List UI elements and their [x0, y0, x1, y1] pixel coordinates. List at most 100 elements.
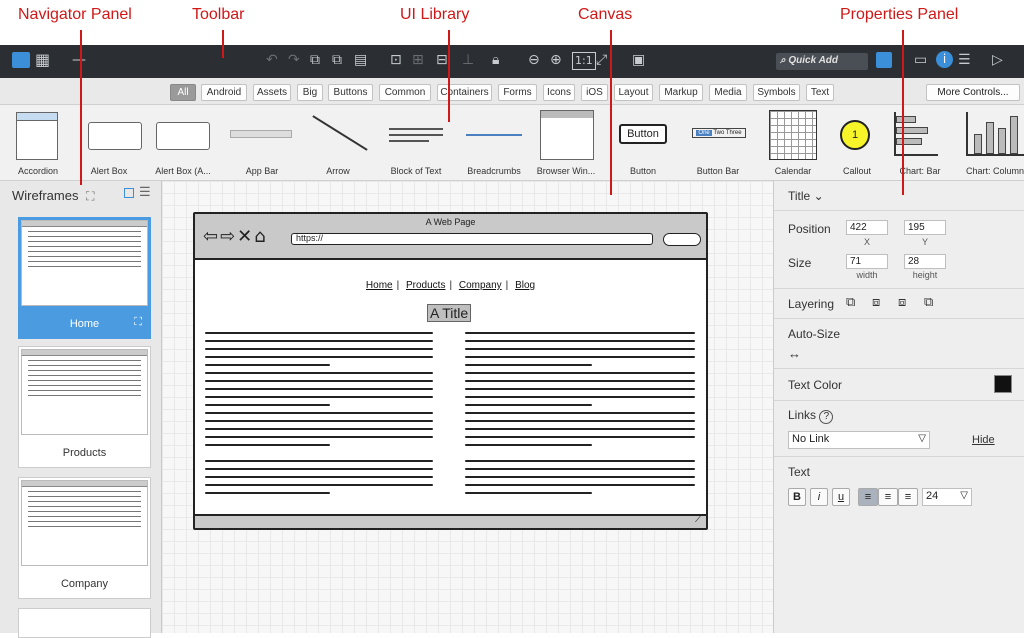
notes-icon[interactable]: ☰ [958, 52, 971, 68]
tab-media[interactable]: Media [709, 84, 747, 101]
send-backward-icon[interactable]: ⧈ [898, 294, 906, 310]
link-blog[interactable]: Blog [515, 280, 535, 291]
align-right-button[interactable]: ≡ [898, 488, 918, 506]
browser-search-field[interactable] [663, 233, 701, 246]
props-title[interactable]: Title ⌄ [788, 189, 824, 203]
link-company[interactable]: Company [459, 280, 502, 291]
selected-title[interactable]: A Title [427, 304, 472, 322]
library-thumbnail [383, 108, 449, 158]
library-item[interactable]: One Two Three Button Bar [690, 108, 746, 180]
props-divider [774, 210, 1024, 211]
single-view-icon[interactable] [12, 52, 30, 68]
library-item-label: Arrow [326, 166, 350, 176]
align-center-button[interactable]: ≡ [878, 488, 898, 506]
text-line [205, 332, 433, 334]
tab-all[interactable]: All [170, 84, 196, 101]
annotation-line-navigator [80, 30, 82, 185]
undo-icon[interactable]: ↶ [266, 52, 278, 68]
library-item[interactable]: Chart: Column [962, 108, 1024, 180]
browser-window-mockup[interactable]: A Web Page ⇦⇨✕⌂ https:// Home | Products |… [193, 212, 708, 530]
link-select[interactable]: No Link ▽ [788, 431, 930, 449]
library-item[interactable]: App Bar [228, 108, 296, 180]
hide-link[interactable]: Hide [972, 434, 995, 446]
italic-button[interactable]: i [810, 488, 828, 506]
tab-markup[interactable]: Markup [659, 84, 703, 101]
list-view-icon[interactable]: ☰ [139, 184, 151, 200]
tab-forms[interactable]: Forms [498, 84, 537, 101]
tab-big[interactable]: Big [297, 84, 323, 101]
link-home[interactable]: Home [366, 280, 393, 291]
redo-icon[interactable]: ↷ [288, 52, 300, 68]
lock-icon[interactable]: 🔒︎ [492, 52, 499, 68]
library-item[interactable]: Button Button [615, 108, 671, 180]
send-to-back-icon[interactable]: ⧉ [924, 294, 933, 310]
height-field[interactable]: 28 [904, 254, 946, 269]
underline-button[interactable]: u [832, 488, 850, 506]
browser-url-field[interactable]: https:// [291, 233, 653, 245]
library-thumbnail [300, 108, 376, 158]
paste-icon[interactable]: ▤ [354, 52, 367, 68]
library-item[interactable]: Chart: Bar [892, 108, 948, 180]
tab-text[interactable]: Text [806, 84, 834, 101]
ungroup-icon[interactable]: ⊞ [412, 52, 424, 68]
x-field[interactable]: 422 [846, 220, 888, 235]
text-color-swatch[interactable] [994, 375, 1012, 393]
align-left-button[interactable]: ≡ [858, 488, 878, 506]
bring-to-front-icon[interactable]: ⧉ [846, 294, 855, 310]
group-icon[interactable]: ⊡ [390, 52, 402, 68]
tab-assets[interactable]: Assets [253, 84, 291, 101]
align-icon[interactable]: ⊟ [436, 52, 448, 68]
tab-symbols[interactable]: Symbols [753, 84, 800, 101]
tab-android[interactable]: Android [201, 84, 247, 101]
font-size-select[interactable]: 24 ▽ [922, 488, 972, 506]
library-item[interactable]: Block of Text [383, 108, 449, 180]
tab-ios[interactable]: iOS [581, 84, 608, 101]
clipboard-icon[interactable]: ▣ [632, 52, 645, 68]
tab-buttons[interactable]: Buttons [328, 84, 373, 101]
library-item[interactable]: Breadcrumbs [462, 108, 526, 180]
sitemap-icon[interactable]: ⛶ [86, 189, 94, 203]
library-item[interactable]: Browser Win... [536, 108, 596, 180]
width-field[interactable]: 71 [846, 254, 888, 269]
page-products[interactable]: Products [18, 346, 151, 468]
actual-size-icon[interactable]: 1:1 [572, 52, 596, 70]
project-info-icon[interactable] [876, 52, 892, 68]
resize-grip-icon[interactable]: ⟋ [695, 514, 702, 525]
page-home[interactable]: Home ⛶ [18, 217, 151, 339]
tab-containers[interactable]: Containers [437, 84, 492, 101]
bring-forward-icon[interactable]: ⧈ [872, 294, 880, 310]
tab-layout[interactable]: Layout [614, 84, 653, 101]
present-icon[interactable]: ▷ [992, 52, 1003, 68]
autosize-icon[interactable]: ↔ [788, 346, 801, 361]
copy-icon[interactable]: ⧉ [310, 52, 320, 68]
text-line [465, 332, 695, 334]
library-item[interactable]: Alert Box (A... [152, 108, 214, 180]
zoom-out-icon[interactable]: ⊖ [528, 52, 540, 68]
library-item[interactable]: Calendar [765, 108, 821, 180]
library-item[interactable]: Arrow [300, 108, 376, 180]
grid-view-icon[interactable]: ▦ [35, 52, 50, 68]
info-icon[interactable]: i [936, 51, 953, 68]
page-thumbnail-partial[interactable] [18, 608, 151, 638]
text-line [205, 428, 433, 430]
more-controls-button[interactable]: More Controls... [926, 84, 1020, 101]
sitemap-icon[interactable]: ⛶ [134, 316, 142, 329]
comment-icon[interactable]: ▭ [914, 52, 927, 68]
link-products[interactable]: Products [406, 280, 445, 291]
distribute-icon[interactable]: ⊥ [462, 52, 474, 68]
library-item[interactable]: Alert Box [84, 108, 142, 180]
thumbnail-view-icon[interactable] [124, 188, 134, 198]
bold-button[interactable]: B [788, 488, 806, 506]
zoom-in-icon[interactable]: ⊕ [550, 52, 562, 68]
tab-common[interactable]: Common [379, 84, 431, 101]
fit-icon[interactable]: ⤢ [596, 52, 607, 68]
library-item[interactable]: Accordion [10, 108, 66, 180]
help-icon[interactable]: ? [819, 410, 834, 424]
y-field[interactable]: 195 [904, 220, 946, 235]
page-company[interactable]: Company [18, 477, 151, 599]
duplicate-icon[interactable]: ⧉ [332, 52, 342, 68]
tab-icons[interactable]: Icons [543, 84, 575, 101]
quick-add-input[interactable]: ⌕ Quick Add [776, 53, 868, 70]
text-line [465, 484, 695, 486]
library-item[interactable]: 1 Callout [836, 108, 878, 180]
